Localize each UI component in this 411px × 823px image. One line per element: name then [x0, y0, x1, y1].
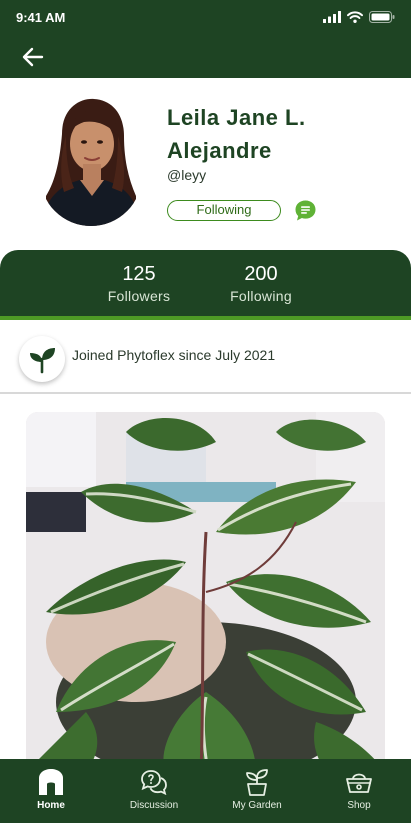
nav-my-garden-label: My Garden: [232, 800, 282, 811]
nav-discussion[interactable]: Discussion: [109, 767, 199, 811]
profile-handle: @leyy: [167, 167, 207, 183]
nav-home[interactable]: Home: [6, 767, 96, 811]
plant-pot-icon: [246, 769, 268, 796]
following-stat[interactable]: 200 Following: [211, 262, 311, 304]
signal-icon: [323, 11, 341, 23]
wifi-icon: [347, 11, 363, 23]
back-arrow-icon[interactable]: [20, 46, 46, 68]
bottom-nav: Home Discussion My Garden Shop: [0, 759, 411, 823]
chat-bubble-icon[interactable]: [294, 199, 317, 222]
discussion-icon: [141, 770, 167, 795]
joined-row: Joined Phytoflex since July 2021: [0, 322, 411, 394]
home-icon: [39, 769, 63, 795]
followers-count: 125: [122, 263, 156, 285]
nav-shop[interactable]: Shop: [314, 767, 404, 811]
app-bar: [0, 34, 411, 78]
nav-discussion-label: Discussion: [129, 800, 179, 811]
profile-name: Leila Jane L. Alejandre: [167, 105, 306, 163]
battery-icon: [369, 11, 395, 23]
following-button[interactable]: Following: [167, 200, 281, 221]
nav-my-garden[interactable]: My Garden: [212, 767, 302, 811]
joined-text: Joined Phytoflex since July 2021: [72, 347, 276, 363]
status-icons: [323, 11, 395, 23]
followers-label: Followers: [107, 288, 171, 304]
stats-panel: 125 Followers 200 Following: [0, 250, 411, 320]
basket-icon: [346, 773, 372, 793]
status-time: 9:41 AM: [16, 10, 66, 25]
following-count: 200: [244, 263, 278, 285]
profile-avatar: [40, 96, 142, 226]
followers-stat[interactable]: 125 Followers: [89, 262, 189, 304]
stats-divider: [0, 316, 411, 320]
status-bar: 9:41 AM: [0, 0, 411, 34]
nav-home-label: Home: [37, 800, 65, 811]
joined-badge: [19, 336, 65, 382]
nav-shop-label: Shop: [347, 800, 371, 811]
post-photo[interactable]: [26, 412, 385, 772]
sprout-icon: [30, 348, 55, 374]
following-label: Following: [230, 288, 292, 304]
